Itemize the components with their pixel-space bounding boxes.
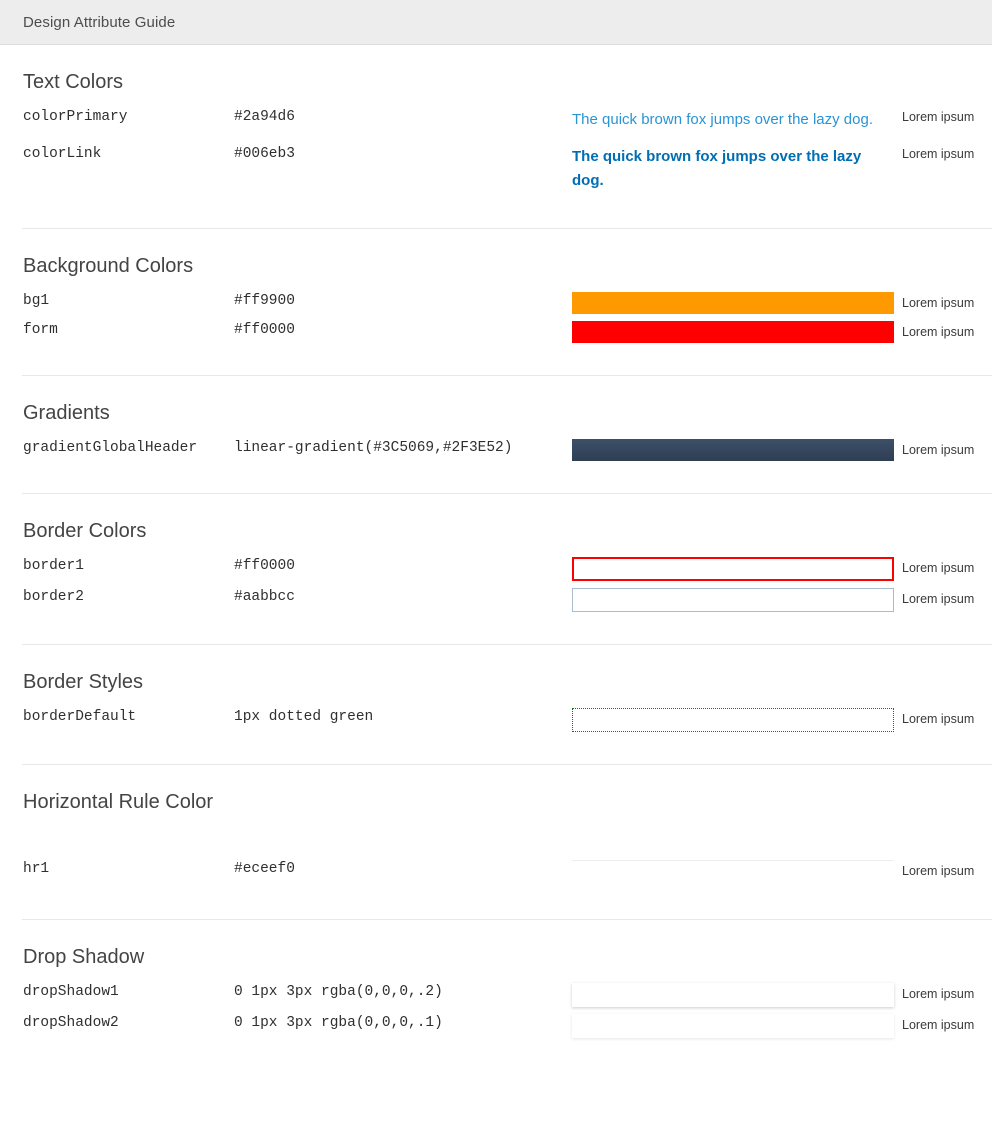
color-swatch: [572, 320, 894, 343]
page-title: Design Attribute Guide: [23, 13, 176, 31]
attribute-name: borderDefault: [23, 708, 137, 725]
attribute-value: #ff9900: [234, 292, 295, 309]
row-caption: Lorem ipsum: [902, 560, 975, 575]
row-caption: Lorem ipsum: [902, 442, 975, 457]
section-title: Horizontal Rule Color: [23, 790, 214, 813]
section-background-colors: Background Colors bg1 #ff9900 Lorem ipsu…: [22, 227, 992, 375]
section-title: Gradients: [23, 401, 110, 424]
row-caption: Lorem ipsum: [902, 295, 975, 310]
attribute-row: dropShadow1 0 1px 3px rgba(0,0,0,.2) Lor…: [0, 982, 992, 1014]
attribute-name: bg1: [23, 292, 50, 309]
attribute-demo: The quick brown fox jumps over the lazy …: [572, 108, 894, 131]
border-swatch: [572, 587, 894, 612]
attribute-name: colorPrimary: [23, 109, 128, 125]
section-title: Text Colors: [23, 71, 124, 93]
row-caption: Lorem ipsum: [902, 1017, 975, 1032]
color-swatch: [572, 291, 894, 314]
row-caption: Lorem ipsum: [902, 324, 975, 339]
sample-text: The quick brown fox jumps over the lazy …: [572, 148, 862, 189]
attribute-row: border2 #aabbcc Lorem ipsum: [0, 587, 992, 619]
attribute-row: borderDefault 1px dotted green Lorem ips…: [0, 707, 992, 739]
hr-line: [572, 859, 894, 861]
attribute-demo: [572, 556, 894, 581]
attribute-row: bg1 #ff9900 Lorem ipsum: [0, 291, 992, 321]
attribute-name: gradientGlobalHeader: [23, 439, 198, 456]
attribute-row: dropShadow2 0 1px 3px rgba(0,0,0,.1) Lor…: [0, 1013, 992, 1045]
hr-swatch: [572, 859, 894, 882]
attribute-name: colorLink: [23, 146, 102, 163]
section-text-colors: Text Colors colorPrimary #2a94d6 The qui…: [0, 45, 992, 228]
border-style-swatch: [572, 707, 894, 732]
page-body: Text Colors colorPrimary #2a94d6 The qui…: [0, 45, 992, 1045]
app-header: Design Attribute Guide: [0, 0, 992, 45]
section-title: Background Colors: [23, 254, 194, 277]
attribute-row: colorLink #006eb3 The quick brown fox ju…: [0, 145, 992, 206]
attribute-demo: [572, 587, 894, 612]
attribute-demo: [572, 291, 894, 314]
attribute-demo: [572, 320, 894, 343]
attribute-value: 0 1px 3px rgba(0,0,0,.1): [234, 1014, 443, 1031]
attribute-value: #eceef0: [234, 860, 295, 877]
attribute-value: 0 1px 3px rgba(0,0,0,.2): [234, 983, 443, 1000]
attribute-name: dropShadow2: [23, 1014, 119, 1031]
attribute-value: #aabbcc: [234, 588, 295, 605]
attribute-value: #006eb3: [234, 146, 295, 163]
row-caption: Lorem ipsum: [902, 591, 975, 606]
attribute-name: border2: [23, 588, 84, 605]
section-border-colors: Border Colors border1 #ff0000 Lorem ipsu…: [22, 492, 992, 644]
section-gradients: Gradients gradientGlobalHeader linear-gr…: [22, 374, 992, 493]
attribute-demo: [572, 1013, 894, 1038]
attribute-value: #ff0000: [234, 557, 295, 574]
attribute-value: #ff0000: [234, 321, 295, 338]
attribute-row: hr1 #eceef0 Lorem ipsum: [0, 859, 992, 889]
attribute-demo: The quick brown fox jumps over the lazy …: [572, 145, 894, 192]
shadow-swatch: [572, 1013, 894, 1038]
attribute-demo: [572, 438, 894, 461]
attribute-value: linear-gradient(#3C5069,#2F3E52): [234, 439, 513, 456]
section-drop-shadow: Drop Shadow dropShadow1 0 1px 3px rgba(0…: [22, 918, 992, 1045]
gradient-swatch: [572, 438, 894, 461]
row-caption: Lorem ipsum: [902, 711, 975, 726]
row-caption: Lorem ipsum: [902, 147, 975, 162]
attribute-name: form: [23, 321, 58, 338]
attribute-name: border1: [23, 557, 84, 574]
attribute-value: #2a94d6: [234, 109, 295, 125]
attribute-demo: [572, 707, 894, 732]
attribute-row: colorPrimary #2a94d6 The quick brown fox…: [0, 108, 992, 145]
attribute-name: dropShadow1: [23, 983, 119, 1000]
attribute-row: gradientGlobalHeader linear-gradient(#3C…: [0, 438, 992, 468]
shadow-swatch: [572, 982, 894, 1007]
attribute-name: hr1: [23, 860, 50, 877]
section-title: Drop Shadow: [23, 945, 145, 968]
section-border-styles: Border Styles borderDefault 1px dotted g…: [22, 643, 992, 764]
attribute-row: border1 #ff0000 Lorem ipsum: [0, 556, 992, 588]
row-caption: Lorem ipsum: [902, 110, 975, 124]
attribute-demo: [572, 859, 894, 882]
section-horizontal-rule-color: Horizontal Rule Color hr1 #eceef0 Lorem …: [22, 763, 992, 919]
section-title: Border Styles: [23, 670, 144, 693]
attribute-value: 1px dotted green: [234, 708, 374, 725]
sample-text: The quick brown fox jumps over the lazy …: [572, 111, 873, 128]
attribute-row: form #ff0000 Lorem ipsum: [0, 320, 992, 350]
row-caption: Lorem ipsum: [902, 863, 975, 878]
border-swatch: [572, 556, 894, 581]
section-title: Border Colors: [23, 519, 147, 542]
attribute-demo: [572, 982, 894, 1007]
row-caption: Lorem ipsum: [902, 986, 975, 1001]
